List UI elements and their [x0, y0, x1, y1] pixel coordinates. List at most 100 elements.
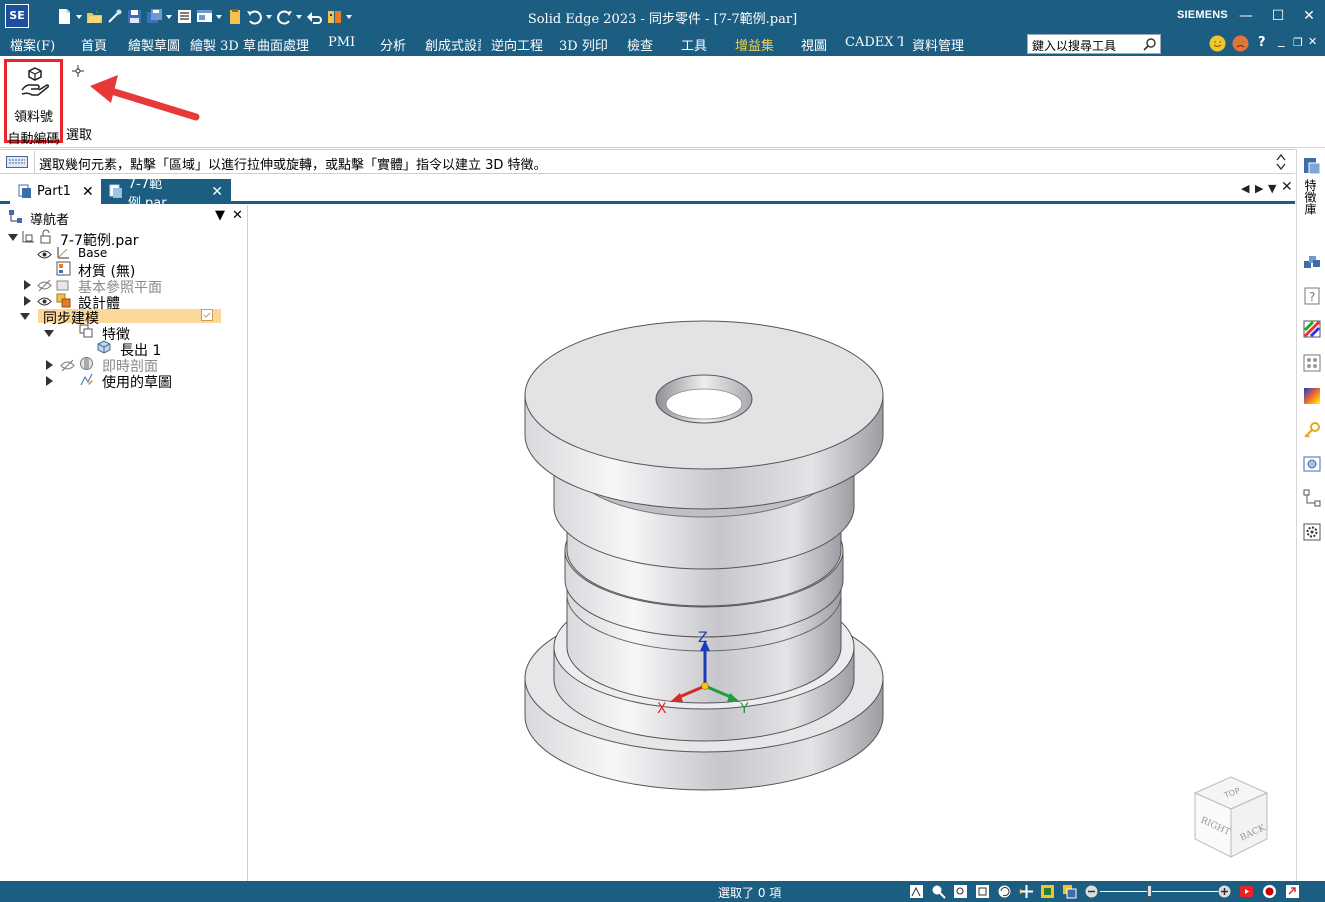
navigator-close-icon[interactable]: ✕: [232, 208, 243, 223]
view-cube[interactable]: TOP RIGHT BACK: [1191, 773, 1271, 863]
tab-scroll-left-icon[interactable]: ◀: [1241, 182, 1249, 195]
tree-item-base-planes[interactable]: 基本參照平面: [78, 277, 162, 296]
zoom-out-icon[interactable]: [1084, 884, 1099, 899]
record-icon[interactable]: [1262, 884, 1277, 899]
tab-7-7-example[interactable]: 7-7範例.par ✕: [101, 177, 231, 211]
layers-icon[interactable]: [1303, 253, 1321, 271]
close-tab-icon[interactable]: ✕: [82, 184, 94, 200]
key-icon[interactable]: [1303, 421, 1321, 439]
prompt-keyboard-icon[interactable]: [6, 156, 28, 168]
part-model[interactable]: Z X Y: [249, 205, 1295, 881]
smile-feedback-icon[interactable]: [1209, 35, 1226, 52]
gradient-icon[interactable]: [1303, 387, 1321, 405]
help-icon[interactable]: ?: [1258, 35, 1266, 50]
tab-3d-sketching[interactable]: 繪製 3D 草: [190, 35, 256, 54]
tab-generative-design[interactable]: 創成式設計: [425, 35, 481, 54]
tree-item-material[interactable]: 材質 (無): [78, 261, 135, 280]
tree-item-live-section[interactable]: 即時剖面: [102, 356, 158, 375]
pan-icon[interactable]: [1019, 884, 1034, 899]
zoom-in-icon[interactable]: [1217, 884, 1232, 899]
tree-item-base[interactable]: Base: [78, 246, 107, 262]
eye-hidden-icon[interactable]: [37, 278, 52, 293]
display-style-icon[interactable]: [1062, 884, 1077, 899]
part-number-autocode-button[interactable]: 領料號 自動編碼: [4, 59, 63, 147]
tree-item-used-sketches[interactable]: 使用的草圖: [102, 372, 172, 391]
sketch-view-icon[interactable]: [909, 884, 924, 899]
axis-z-label: Z: [698, 630, 708, 646]
tab-3d-print[interactable]: 3D 列印: [559, 35, 608, 54]
close-tab-icon[interactable]: ✕: [211, 184, 223, 200]
tab-file[interactable]: 檔案(F): [10, 35, 55, 54]
expand-arrow-icon[interactable]: [46, 360, 53, 370]
eye-icon[interactable]: [37, 247, 52, 262]
command-search-placeholder: 鍵入以搜尋工具: [1032, 39, 1117, 53]
close-window-button[interactable]: ✕: [1299, 6, 1319, 26]
tab-inspection[interactable]: 檢查: [627, 35, 653, 54]
maximize-button[interactable]: ☐: [1268, 6, 1288, 26]
zoom-area-icon[interactable]: [953, 884, 968, 899]
minimize-ribbon-icon[interactable]: _: [1278, 33, 1285, 48]
zoom-slider-track[interactable]: [1100, 891, 1218, 892]
design-body-icon: [56, 293, 71, 308]
zoom-slider-thumb[interactable]: [1147, 885, 1152, 897]
image-view-icon[interactable]: [1303, 455, 1321, 473]
title-bar: SE Solid Edge 2023 - 同步零件 - [7-7範例.par] …: [0, 0, 1325, 32]
expand-arrow-icon[interactable]: [8, 234, 18, 241]
lock-open-icon[interactable]: [38, 229, 53, 244]
tab-tools[interactable]: 工具: [681, 35, 707, 54]
expand-arrow-icon[interactable]: [24, 280, 31, 290]
search-icon[interactable]: [1143, 37, 1157, 51]
video-icon[interactable]: [1239, 884, 1254, 899]
expand-arrow-icon[interactable]: [24, 296, 31, 306]
close-doc-icon[interactable]: ✕: [1308, 35, 1317, 48]
tab-pmi[interactable]: PMI: [328, 35, 355, 50]
fit-icon[interactable]: [975, 884, 990, 899]
help-doc-icon[interactable]: ?: [1303, 287, 1321, 305]
frown-feedback-icon[interactable]: [1232, 35, 1249, 52]
settings-gear-icon[interactable]: [1303, 523, 1321, 541]
tab-data-management[interactable]: 資料管理: [912, 35, 964, 54]
tab-sketching[interactable]: 繪製草圖: [128, 35, 180, 54]
tree-item-part-file[interactable]: 7-7範例.par: [60, 230, 139, 249]
tree-item-extrude[interactable]: 長出 1: [120, 340, 161, 359]
expand-arrow-icon[interactable]: [20, 313, 30, 320]
prompt-scroll-icon[interactable]: [1274, 152, 1288, 172]
expand-arrow-icon[interactable]: [46, 376, 53, 386]
minimize-button[interactable]: —: [1236, 6, 1256, 26]
eye-icon[interactable]: [37, 294, 52, 309]
rotate-icon[interactable]: [997, 884, 1012, 899]
tab-part1-label: Part1: [37, 184, 71, 199]
restore-doc-icon[interactable]: ❐: [1293, 36, 1303, 49]
structure-icon[interactable]: [1303, 489, 1321, 507]
tab-part1[interactable]: Part1 ✕: [10, 179, 103, 204]
feature-library-tab[interactable]: 特徵庫: [1303, 179, 1319, 215]
tab-list-dropdown-icon[interactable]: ▼: [1268, 182, 1276, 195]
tab-add-ins[interactable]: 增益集: [730, 35, 779, 58]
tab-view[interactable]: 視圖: [801, 35, 827, 54]
tab-reverse-engineering[interactable]: 逆向工程: [491, 35, 543, 54]
tab-cadex-tools[interactable]: CADEX To: [845, 35, 903, 50]
eye-hidden-icon[interactable]: [60, 358, 75, 373]
tree-item-design-body[interactable]: 設計體: [78, 293, 120, 312]
share-icon[interactable]: [1285, 884, 1300, 899]
feature-library-icon[interactable]: [1303, 157, 1321, 175]
tree-item-synchronous[interactable]: 同步建模: [43, 308, 99, 327]
tree-item-features[interactable]: 特徵: [102, 324, 130, 343]
command-search-input[interactable]: 鍵入以搜尋工具: [1027, 34, 1161, 54]
sync-check-icon[interactable]: [201, 309, 213, 321]
color-palette-icon[interactable]: [1303, 320, 1321, 338]
tab-scroll-right-icon[interactable]: ▶: [1255, 182, 1263, 195]
select-pointer-icon[interactable]: [71, 64, 85, 78]
navigator-options-icon[interactable]: ▼: [215, 208, 225, 223]
tree-structure-icon: [9, 210, 22, 223]
tab-inspect[interactable]: 分析: [380, 35, 406, 54]
shaded-view-icon[interactable]: [1040, 884, 1055, 899]
expand-arrow-icon[interactable]: [44, 330, 54, 337]
tab-home[interactable]: 首頁: [81, 35, 107, 54]
zoom-icon[interactable]: [931, 884, 946, 899]
grid-dots-icon[interactable]: [1303, 354, 1321, 372]
close-all-tabs-icon[interactable]: ✕: [1281, 179, 1293, 195]
tab-surfacing[interactable]: 曲面處理: [257, 35, 309, 54]
graphics-viewport[interactable]: Z X Y TOP RIGHT BACK: [249, 205, 1295, 881]
select-group-label: 選取: [66, 128, 93, 143]
